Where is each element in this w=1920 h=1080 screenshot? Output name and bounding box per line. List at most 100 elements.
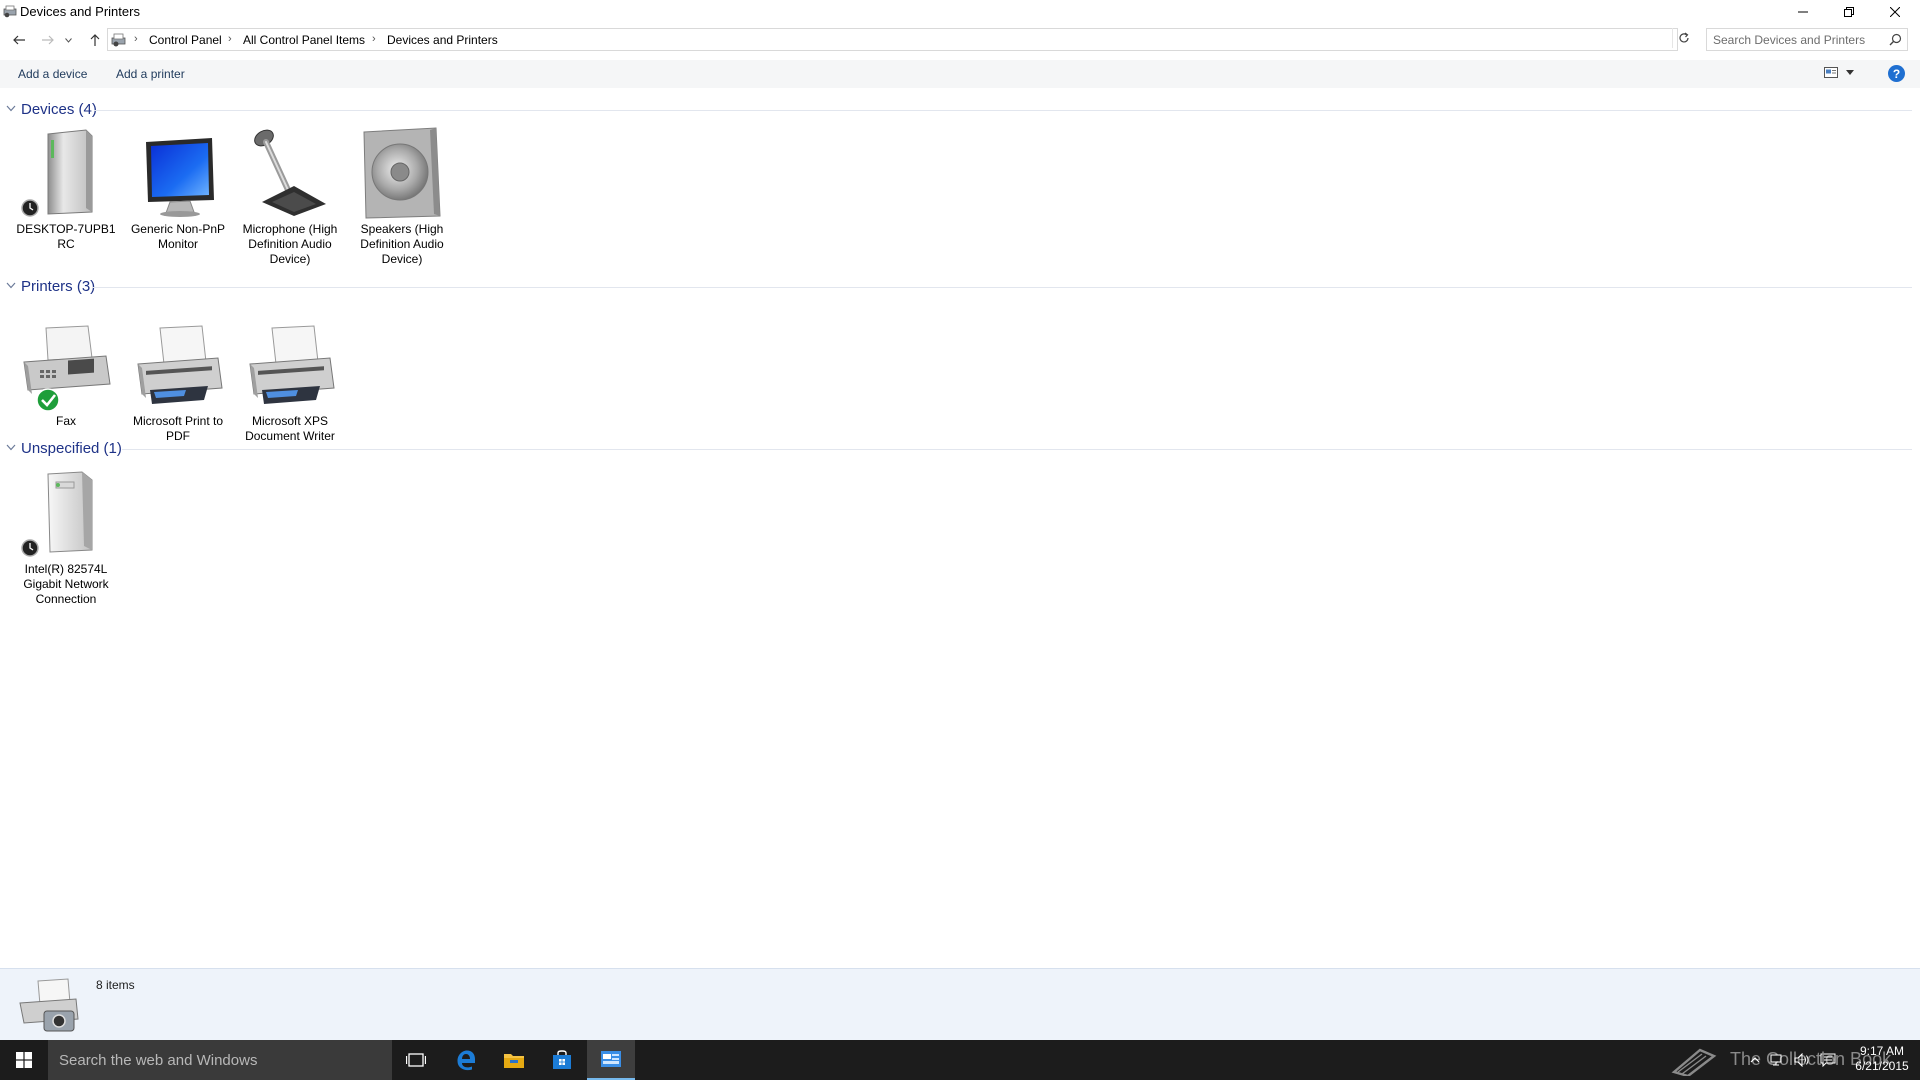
edge-browser-icon <box>457 1050 475 1071</box>
add-device-button[interactable]: Add a device <box>18 67 87 81</box>
close-icon <box>1890 7 1900 17</box>
items-view: Devices (4) DESKTOP-7UPB1 RC Generic Non… <box>0 88 1920 968</box>
add-printer-button[interactable]: Add a printer <box>116 67 185 81</box>
navigation-bar: › Control Panel › All Control Panel Item… <box>0 27 1920 54</box>
command-bar: Add a device Add a printer ? <box>0 60 1920 88</box>
up-arrow-icon <box>90 34 100 46</box>
item-count: 8 items <box>96 978 135 992</box>
group-header-devices[interactable]: Devices (4) <box>6 100 1912 120</box>
task-view-button[interactable] <box>392 1040 440 1080</box>
devices-and-printers-icon <box>3 5 17 18</box>
printer-item-print-to-pdf[interactable]: Microsoft Print to PDF <box>128 318 228 444</box>
network-icon[interactable] <box>1770 1053 1784 1067</box>
back-arrow-icon <box>13 35 25 45</box>
chevron-down-icon <box>6 444 16 451</box>
action-center-icon[interactable] <box>1820 1053 1836 1067</box>
breadcrumb-all-control-panel-items[interactable]: All Control Panel Items <box>243 33 365 47</box>
start-button[interactable] <box>0 1040 48 1080</box>
chevron-down-icon <box>6 282 16 289</box>
breadcrumb-separator[interactable]: › <box>134 33 138 45</box>
back-button[interactable] <box>8 29 30 51</box>
taskbar: Search the web and Windows The Collectio… <box>0 1040 1920 1080</box>
folder-icon <box>504 1054 524 1068</box>
forward-arrow-icon <box>42 35 54 45</box>
printer-item-xps-writer[interactable]: Microsoft XPS Document Writer <box>240 318 340 444</box>
store-button[interactable] <box>538 1040 586 1080</box>
show-hidden-icons-chevron-up-icon[interactable] <box>1750 1057 1760 1063</box>
recent-locations-button[interactable] <box>62 29 74 51</box>
item-label: DESKTOP-7UPB1 RC <box>16 222 116 251</box>
device-item-speakers[interactable]: Speakers (High Definition Audio Device) <box>352 126 452 267</box>
device-item-monitor[interactable]: Generic Non-PnP Monitor <box>128 126 228 252</box>
fax-icon <box>18 318 114 414</box>
group-title-unspecified: Unspecified (1) <box>21 440 122 457</box>
restore-button[interactable] <box>1826 0 1872 24</box>
chevron-down-icon <box>64 37 72 43</box>
clock-time: 9:17 AM <box>1859 1044 1905 1058</box>
monitor-icon <box>130 126 226 222</box>
devices-and-printers-taskbar-button[interactable] <box>587 1040 635 1080</box>
search-icon[interactable] <box>1889 33 1902 46</box>
device-item-computer[interactable]: DESKTOP-7UPB1 RC <box>16 126 116 252</box>
printer-item-fax[interactable]: Fax <box>16 318 116 429</box>
taskbar-search-box[interactable]: Search the web and Windows <box>48 1040 392 1080</box>
group-header-printers[interactable]: Printers (3) <box>6 277 1912 297</box>
view-dropdown-icon <box>1846 70 1854 75</box>
group-divider <box>92 287 1912 288</box>
chevron-down-icon <box>6 105 16 112</box>
item-label: Speakers (High Definition Audio Device) <box>360 222 444 266</box>
devices-and-printers-icon <box>19 978 79 1032</box>
volume-icon[interactable] <box>1794 1053 1810 1067</box>
search-box[interactable] <box>1706 28 1908 51</box>
minimize-icon <box>1798 11 1808 13</box>
help-button[interactable]: ? <box>1888 65 1905 82</box>
group-divider <box>94 110 1912 111</box>
network-device-icon <box>18 466 114 562</box>
minimize-button[interactable] <box>1780 0 1826 24</box>
item-label: Microphone (High Definition Audio Device… <box>242 222 338 266</box>
breadcrumb-separator[interactable]: › <box>228 33 232 45</box>
file-explorer-button[interactable] <box>490 1040 538 1080</box>
item-label: Fax <box>55 414 76 428</box>
close-button[interactable] <box>1872 0 1918 24</box>
item-label: Intel(R) 82574L Gigabit Network Connecti… <box>23 562 109 606</box>
devices-and-printers-icon <box>111 33 126 47</box>
clock-date: 6/21/2015 <box>1855 1059 1909 1073</box>
refresh-button[interactable] <box>1672 28 1694 48</box>
windows-logo-icon <box>16 1052 32 1068</box>
speaker-icon <box>354 126 450 222</box>
breadcrumb-separator[interactable]: › <box>372 33 376 45</box>
computer-tower-icon <box>18 126 114 222</box>
address-bar[interactable]: › Control Panel › All Control Panel Item… <box>107 28 1768 51</box>
change-view-button[interactable] <box>1824 67 1854 78</box>
task-view-icon <box>406 1053 426 1067</box>
taskbar-search-placeholder[interactable]: Search the web and Windows <box>59 1052 257 1069</box>
group-header-unspecified[interactable]: Unspecified (1) <box>6 439 1912 459</box>
microphone-icon <box>242 126 338 222</box>
details-pane: 8 items <box>0 968 1920 1040</box>
unspecified-item-network-adapter[interactable]: Intel(R) 82574L Gigabit Network Connecti… <box>16 466 116 607</box>
up-button[interactable] <box>84 29 106 51</box>
window-title: Devices and Printers <box>20 4 140 19</box>
book-watermark-icon <box>1671 1048 1717 1076</box>
printer-icon <box>130 318 226 414</box>
restore-icon <box>1844 7 1854 17</box>
item-label: Generic Non-PnP Monitor <box>130 222 226 251</box>
breadcrumb-control-panel[interactable]: Control Panel <box>149 33 222 47</box>
group-title-printers: Printers (3) <box>21 278 96 295</box>
edge-browser-button[interactable] <box>442 1040 490 1080</box>
search-input[interactable] <box>1713 32 1883 48</box>
group-title-devices: Devices (4) <box>21 101 97 118</box>
forward-button[interactable] <box>37 29 59 51</box>
view-options-icon <box>1824 67 1838 78</box>
device-item-microphone[interactable]: Microphone (High Definition Audio Device… <box>240 126 340 267</box>
control-panel-icon <box>601 1051 621 1067</box>
title-bar: Devices and Printers <box>0 0 1920 24</box>
breadcrumb-devices-and-printers[interactable]: Devices and Printers <box>387 33 498 47</box>
refresh-icon <box>1678 32 1689 43</box>
printer-icon <box>242 318 338 414</box>
system-tray <box>1750 1040 1836 1080</box>
devices-and-printers-window: { "window": { "title": "Devices and Prin… <box>0 0 1920 1080</box>
clock[interactable]: 9:17 AM 6/21/2015 <box>1848 1044 1916 1074</box>
group-divider <box>122 449 1912 450</box>
